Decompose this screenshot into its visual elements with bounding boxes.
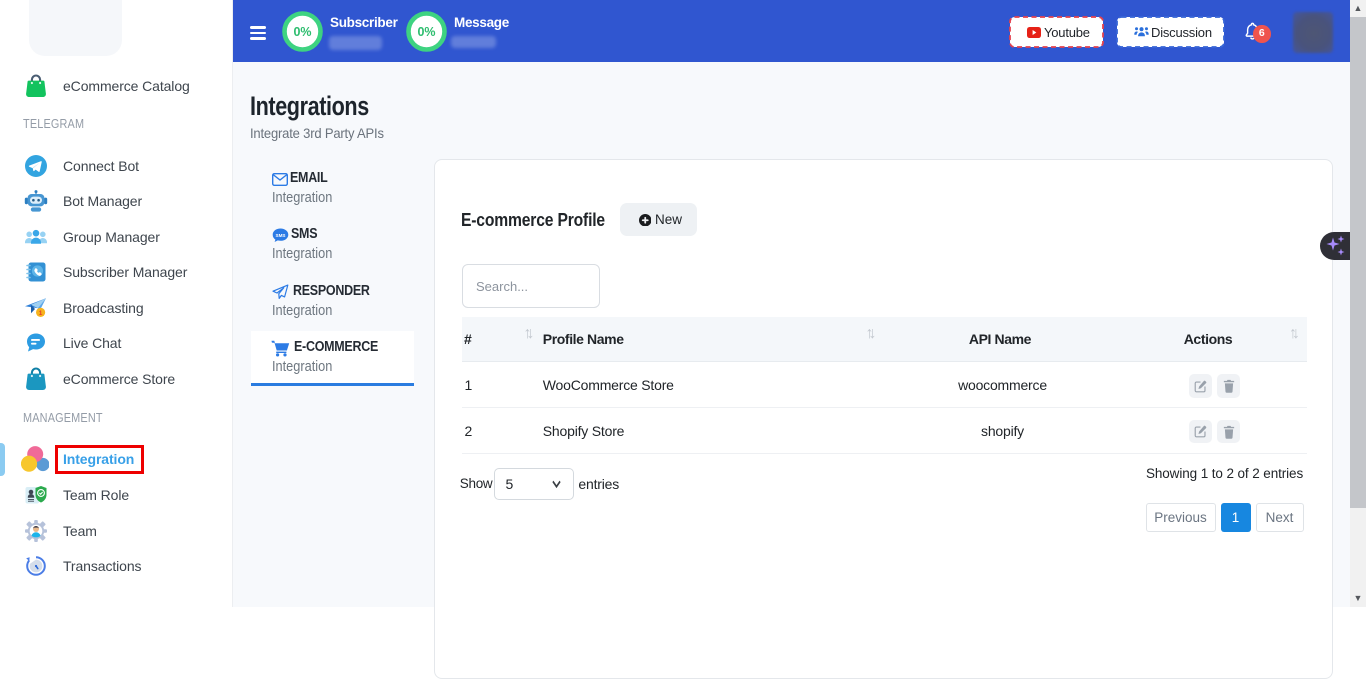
svg-text:0%: 0% [417, 25, 435, 39]
svg-text:1: 1 [38, 310, 42, 317]
svg-text:0%: 0% [293, 25, 311, 39]
svg-text:SMS: SMS [276, 233, 286, 238]
